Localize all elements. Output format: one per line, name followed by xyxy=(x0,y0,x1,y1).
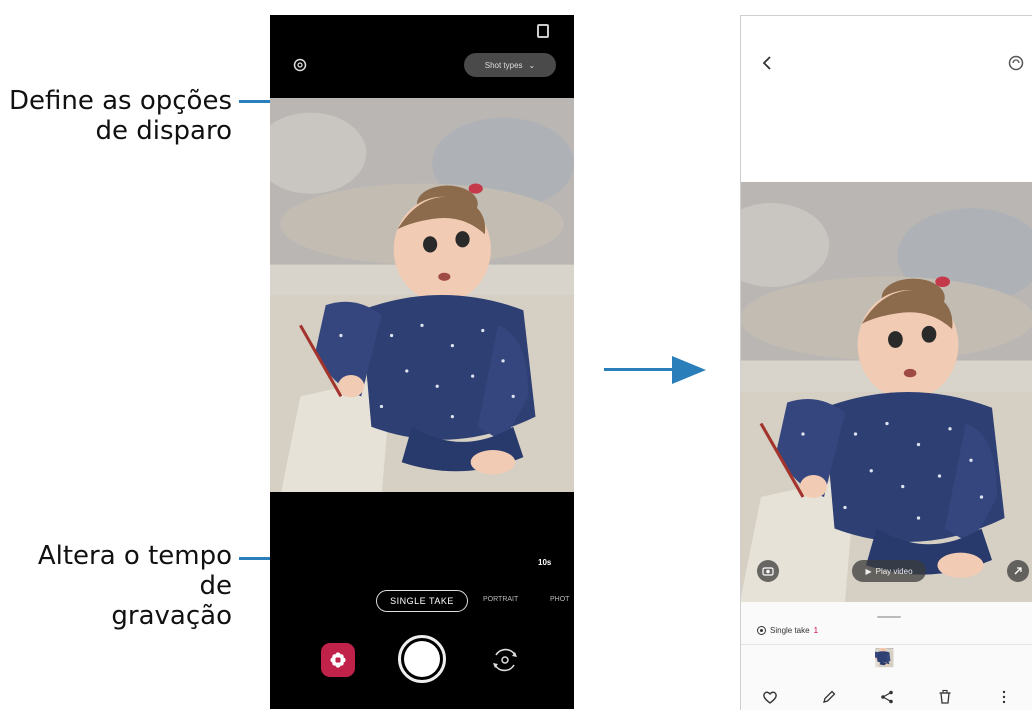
callout-recording-time-line2: gravação xyxy=(111,601,232,631)
camera-mode-selector: SINGLE TAKE PORTRAIT PHOT xyxy=(270,590,574,612)
heart-icon[interactable] xyxy=(761,688,779,706)
recording-time-button[interactable]: 10s xyxy=(538,558,551,567)
aspect-ratio-icon[interactable] xyxy=(537,24,549,38)
edit-icon[interactable] xyxy=(820,688,838,706)
gallery-icon xyxy=(330,652,346,668)
settings-icon[interactable] xyxy=(292,57,308,73)
shot-types-button[interactable]: Shot types ⌄ xyxy=(464,53,556,77)
more-icon[interactable] xyxy=(995,688,1013,706)
shot-types-label: Shot types xyxy=(484,60,523,70)
camera-chip-icon[interactable] xyxy=(757,560,779,582)
sheet-handle[interactable] xyxy=(877,616,901,618)
callout-recording-time-line1: Altera o tempo de xyxy=(37,541,232,601)
chevron-down-icon: ⌄ xyxy=(528,60,536,70)
thumbnail-image xyxy=(875,648,907,680)
single-take-count: 1 xyxy=(813,626,819,635)
delete-icon[interactable] xyxy=(936,688,954,706)
mode-portrait[interactable]: PORTRAIT xyxy=(483,596,518,603)
callout-shot-options-line1: Define as opções xyxy=(8,86,232,116)
single-take-sheet: Single take 1 xyxy=(741,602,1032,710)
captured-photo[interactable]: ▶ Play video xyxy=(741,182,1032,602)
mode-single-take[interactable]: SINGLE TAKE xyxy=(376,590,468,612)
camera-viewfinder[interactable] xyxy=(270,98,574,492)
single-take-thumbnail[interactable] xyxy=(875,648,907,680)
gallery-viewer-screen: ▶ Play video Single take 1 xyxy=(740,15,1032,710)
expand-icon[interactable] xyxy=(1007,560,1029,582)
sheet-divider xyxy=(741,644,1032,645)
remaster-icon[interactable] xyxy=(1007,54,1025,72)
camera-screen: Shot types ⌄ 10s SINGLE TAKE PORTRAIT PH… xyxy=(270,15,574,709)
gallery-button[interactable] xyxy=(321,643,355,677)
baby-photo xyxy=(741,182,1032,602)
play-video-label: Play video xyxy=(875,566,913,576)
shutter-inner xyxy=(404,641,440,677)
transition-arrow-shaft xyxy=(604,368,676,371)
viewer-toolbar xyxy=(741,684,1032,710)
share-icon[interactable] xyxy=(878,688,896,706)
back-icon[interactable] xyxy=(759,54,775,72)
single-take-option[interactable]: Single take 1 xyxy=(757,626,818,635)
baby-photo-preview xyxy=(270,98,574,492)
transition-arrow-head xyxy=(672,356,706,384)
mode-photo[interactable]: PHOT xyxy=(550,596,569,603)
shutter-button[interactable] xyxy=(398,635,446,683)
play-video-button[interactable]: ▶ Play video xyxy=(852,560,926,582)
callout-recording-time: Altera o tempo de gravação xyxy=(0,541,232,631)
radio-selected-icon xyxy=(757,626,766,635)
callout-shot-options: Define as opções de disparo xyxy=(9,86,232,146)
single-take-label: Single take xyxy=(770,626,810,635)
callout-shot-options-line2: de disparo xyxy=(95,116,233,146)
switch-camera-icon[interactable] xyxy=(488,643,522,677)
play-icon: ▶ xyxy=(865,566,872,576)
